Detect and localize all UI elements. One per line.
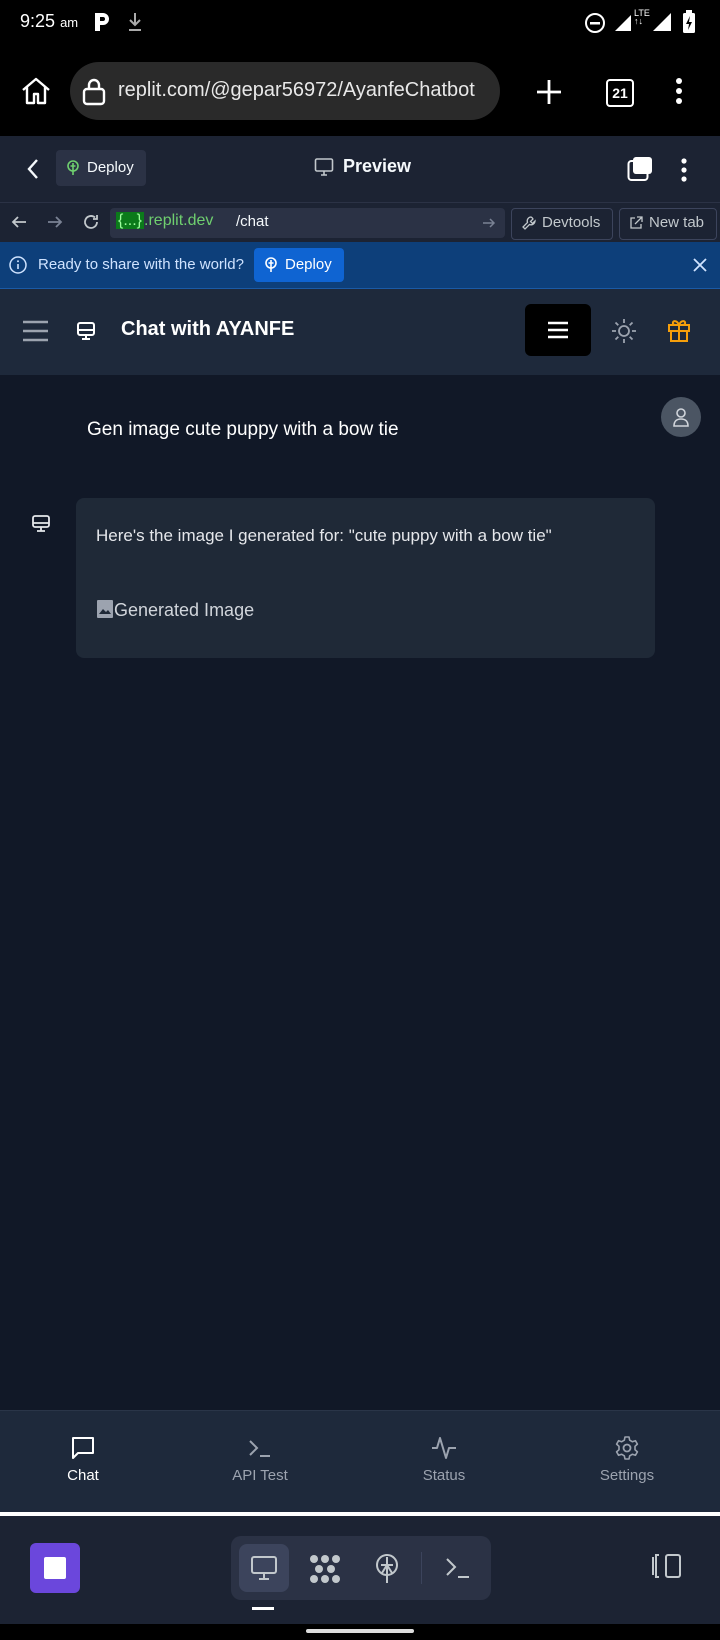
new-tab-plus-icon[interactable] xyxy=(536,79,562,105)
nav-settings[interactable]: Settings xyxy=(567,1435,687,1484)
browser-toolbar: replit.com/@gepar56972/AyanfeChatbot 21 xyxy=(0,46,720,136)
webview-nav-bar: {...} .replit.dev /chat Devtools New tab xyxy=(0,202,720,243)
battery-icon xyxy=(682,10,696,34)
nav-chat[interactable]: Chat xyxy=(23,1435,143,1484)
gear-icon xyxy=(615,1436,639,1460)
shell-icon[interactable] xyxy=(445,1556,471,1580)
bot-icon xyxy=(76,321,96,341)
chat-area: Gen image cute puppy with a bow tie Here… xyxy=(0,375,720,1410)
tab-switcher-button[interactable]: 21 xyxy=(606,79,634,107)
preview-title: Preview xyxy=(343,156,412,176)
toolbar-divider xyxy=(421,1552,422,1584)
url-domain: {...} .replit.dev xyxy=(116,212,214,229)
overflow-menu-icon[interactable] xyxy=(676,78,682,104)
apps-grid-icon[interactable] xyxy=(309,1554,341,1584)
webview-tool-button[interactable] xyxy=(239,1544,289,1592)
nav-status-label: Status xyxy=(422,1467,466,1484)
sun-icon[interactable] xyxy=(611,318,637,344)
lock-icon xyxy=(82,78,106,106)
reload-icon[interactable] xyxy=(81,212,101,232)
go-arrow-icon[interactable] xyxy=(482,216,496,230)
user-avatar xyxy=(661,397,701,437)
terminal-icon xyxy=(249,1440,270,1457)
replit-header: Deploy Preview xyxy=(0,136,720,202)
deploy-tool-icon[interactable] xyxy=(373,1553,401,1585)
bot-avatar-icon xyxy=(32,515,50,533)
nav-settings-label: Settings xyxy=(599,1467,655,1484)
devtools-button[interactable]: Devtools xyxy=(511,208,613,240)
address-bar[interactable]: replit.com/@gepar56972/AyanfeChatbot xyxy=(70,62,500,120)
menu-button[interactable] xyxy=(525,304,591,356)
nav-api-test-label: API Test xyxy=(232,1467,288,1484)
close-icon[interactable] xyxy=(692,257,708,273)
user-message: Gen image cute puppy with a bow tie xyxy=(87,419,399,440)
app-title: Chat with AYANFE xyxy=(121,318,295,340)
activity-icon xyxy=(432,1437,456,1459)
banner-message: Ready to share with the world? xyxy=(38,256,244,273)
status-bar: 9:25 am LTE ↑↓ xyxy=(0,0,720,46)
gesture-home-bar[interactable] xyxy=(306,1629,414,1633)
stop-button[interactable] xyxy=(30,1543,80,1593)
devtools-label: Devtools xyxy=(542,214,601,231)
lte-icon: LTE ↑↓ xyxy=(634,8,650,26)
chat-bubble-icon xyxy=(72,1437,94,1459)
broken-image-icon xyxy=(97,600,113,618)
monitor-icon xyxy=(250,1554,278,1582)
image-alt-text: Generated Image xyxy=(114,600,255,620)
banner-deploy-button[interactable]: Deploy xyxy=(254,248,344,282)
generated-image: Generated Image xyxy=(96,599,254,621)
nav-status[interactable]: Status xyxy=(384,1435,504,1484)
gift-icon[interactable] xyxy=(667,317,691,343)
url-path: /chat xyxy=(236,213,269,230)
deploy-icon xyxy=(264,257,278,273)
back-chevron-icon[interactable] xyxy=(26,158,40,180)
bot-message-bubble: Here's the image I generated for: "cute … xyxy=(76,498,655,658)
new-tab-button[interactable]: New tab xyxy=(619,208,717,240)
user-icon xyxy=(673,407,689,427)
deploy-icon xyxy=(66,160,80,176)
deploy-banner: Ready to share with the world? Deploy xyxy=(0,242,720,289)
active-tool-indicator xyxy=(252,1607,274,1610)
signal-icon xyxy=(614,12,632,32)
new-tab-label: New tab xyxy=(649,214,705,231)
status-time: 9:25 am xyxy=(20,11,79,31)
signal-icon-2 xyxy=(652,12,672,32)
webview-url-field[interactable]: {...} .replit.dev /chat xyxy=(110,208,505,238)
hamburger-menu-icon[interactable] xyxy=(23,320,48,342)
parking-app-icon xyxy=(93,12,111,32)
bot-message-text: Here's the image I generated for: "cute … xyxy=(96,526,552,545)
window-stack-icon[interactable] xyxy=(627,156,653,182)
banner-deploy-label: Deploy xyxy=(285,256,332,273)
url-text: replit.com/@gepar56972/AyanfeChatbot xyxy=(118,79,475,101)
forward-arrow-icon[interactable] xyxy=(47,214,63,230)
home-icon[interactable] xyxy=(20,76,52,106)
bottom-nav: Chat API Test Status Settings xyxy=(0,1410,720,1513)
do-not-disturb-icon xyxy=(584,12,606,34)
nav-chat-label: Chat xyxy=(67,1467,99,1484)
replit-bottom-toolbar xyxy=(0,1516,720,1624)
back-arrow-icon[interactable] xyxy=(11,214,27,230)
info-icon xyxy=(9,256,27,274)
monitor-icon xyxy=(314,157,334,177)
external-link-icon xyxy=(629,216,643,230)
more-options-icon[interactable] xyxy=(681,158,687,182)
stop-icon xyxy=(44,1557,66,1579)
menu-lines-icon xyxy=(548,321,568,339)
deploy-button[interactable]: Deploy xyxy=(56,150,146,186)
split-pane-icon[interactable] xyxy=(652,1553,682,1579)
tool-switcher xyxy=(231,1536,491,1600)
download-icon xyxy=(127,12,143,32)
wrench-icon xyxy=(522,216,536,230)
nav-api-test[interactable]: API Test xyxy=(200,1435,320,1484)
deploy-label: Deploy xyxy=(87,159,134,176)
app-header: Chat with AYANFE xyxy=(0,289,720,376)
